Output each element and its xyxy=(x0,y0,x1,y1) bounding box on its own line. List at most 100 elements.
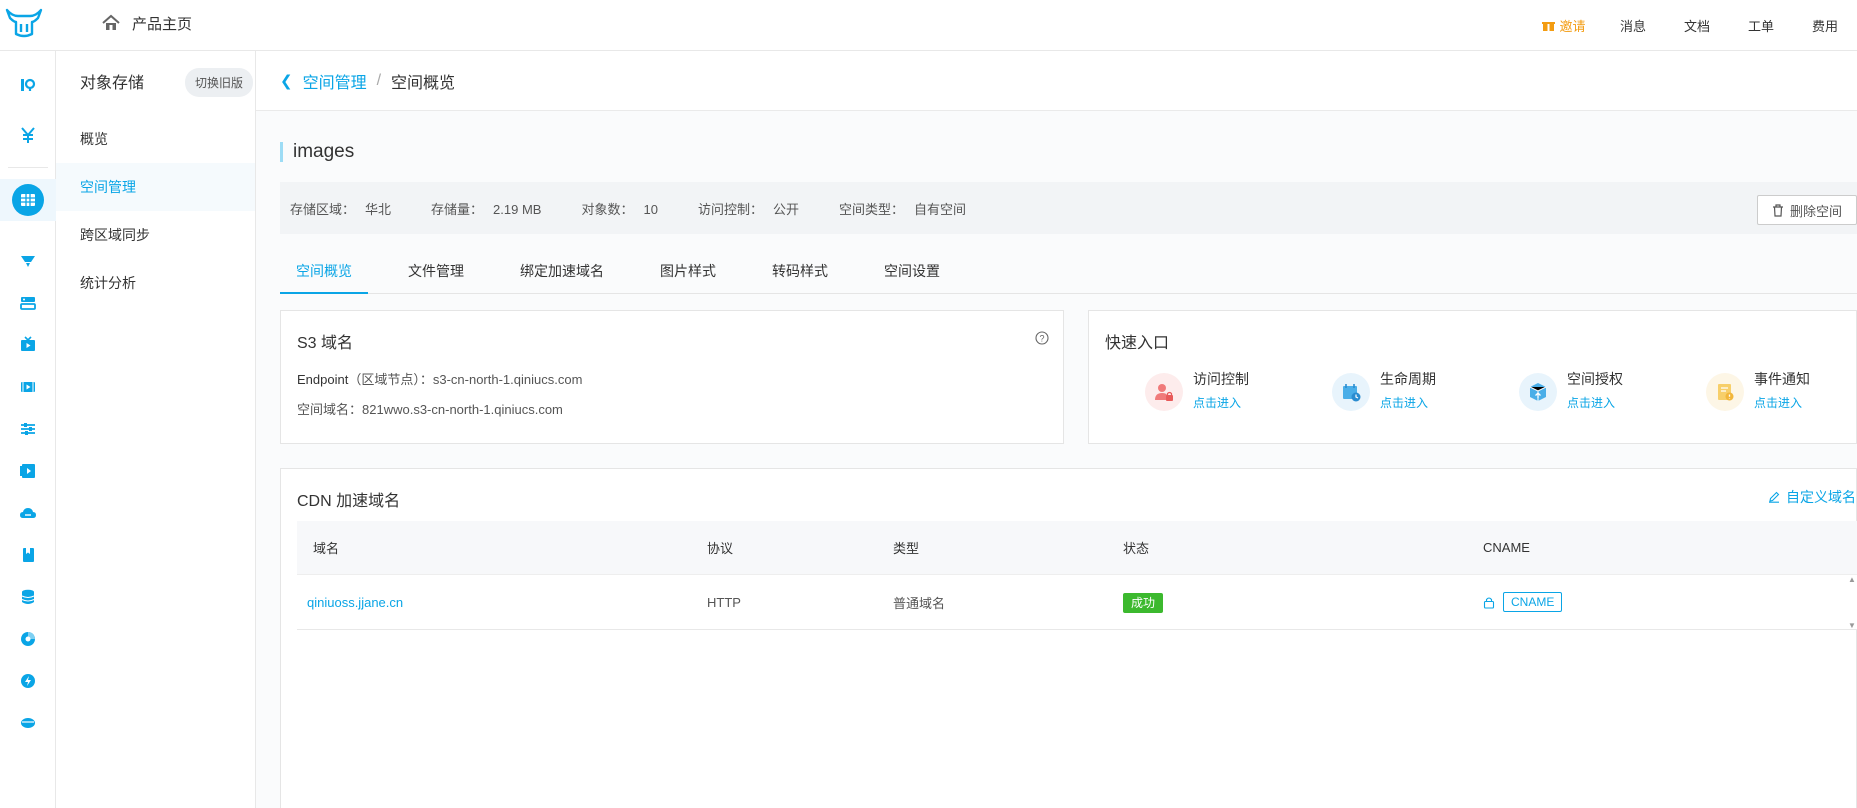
row-type: 普通域名 xyxy=(893,595,946,611)
quick-authorization-link[interactable]: 点击进入 xyxy=(1567,394,1615,411)
rail-speed-icon[interactable] xyxy=(0,661,56,701)
access-control-icon xyxy=(1145,373,1183,411)
help-icon[interactable]: ? xyxy=(1035,331,1049,345)
quick-event-notify-link[interactable]: 点击进入 xyxy=(1754,394,1802,411)
s3-domain-card: S3 域名 ? Endpoint（区域节点）：s3-cn-north-1.qin… xyxy=(280,310,1064,444)
cdn-card-title: CDN 加速域名 xyxy=(297,493,401,510)
row-cname: CNAME xyxy=(1483,592,1857,612)
info-access-control: 访问控制： 公开 xyxy=(697,201,799,217)
rail-console-icon[interactable] xyxy=(0,65,56,105)
tab-overview[interactable]: 空间概览 xyxy=(280,248,368,294)
sidebar-item-statistics[interactable]: 统计分析 xyxy=(56,259,255,307)
breadcrumb-parent-link[interactable]: 空间管理 xyxy=(303,69,367,93)
breadcrumb-separator: / xyxy=(376,71,382,89)
home-label: 产品主页 xyxy=(132,15,193,33)
tab-transcode-style[interactable]: 转码样式 xyxy=(756,248,844,294)
row-status: 成功 xyxy=(1123,592,1483,613)
quick-item-access-control[interactable]: 访问控制 点击进入 xyxy=(1145,369,1325,419)
quick-item-lifecycle[interactable]: 生命周期 点击进入 xyxy=(1332,369,1512,419)
back-chevron-icon[interactable]: ❮ xyxy=(280,72,293,90)
bucket-name: images xyxy=(280,142,354,162)
quick-card-title: 快速入口 xyxy=(1105,335,1170,352)
rail-media-icon[interactable] xyxy=(0,367,56,407)
table-row: qiniuoss.jjane.cn HTTP 普通域名 成功 CNAME ▲ ▼ xyxy=(297,575,1857,630)
invite-link[interactable]: 邀请 xyxy=(1527,16,1601,35)
tab-file-management[interactable]: 文件管理 xyxy=(392,248,480,294)
edit-icon xyxy=(1769,491,1780,503)
lock-icon xyxy=(1483,596,1495,609)
rail-more-icon[interactable] xyxy=(0,701,56,741)
sidebar-title: 对象存储 xyxy=(80,75,145,92)
quick-lifecycle-link[interactable]: 点击进入 xyxy=(1380,394,1428,411)
table-header: 域名 协议 类型 状态 CNAME xyxy=(297,521,1857,575)
bucket-tabs: 空间概览 文件管理 绑定加速域名 图片样式 转码样式 空间设置 xyxy=(280,248,1857,294)
s3-card-title: S3 域名 xyxy=(297,335,354,352)
svg-text:?: ? xyxy=(1039,333,1044,343)
sidebar-item-overview[interactable]: 概览 xyxy=(56,115,255,163)
custom-domain-button[interactable]: 自定义域名 xyxy=(1768,487,1856,507)
scroll-down-icon: ▼ xyxy=(1848,621,1856,630)
col-domain: 域名 xyxy=(313,541,340,556)
sidebar: 对象存储 切换旧版 概览 空间管理 跨区域同步 统计分析 xyxy=(56,51,256,808)
tickets-link[interactable]: 工单 xyxy=(1729,16,1793,35)
quick-item-authorization[interactable]: 空间授权 点击进入 xyxy=(1519,369,1699,419)
col-type: 类型 xyxy=(893,541,920,556)
rail-video-icon[interactable] xyxy=(0,451,56,491)
docs-link[interactable]: 文档 xyxy=(1665,16,1729,35)
product-rail xyxy=(0,51,56,808)
breadcrumb-current: 空间概览 xyxy=(391,74,456,92)
sidebar-item-cross-region-sync[interactable]: 跨区域同步 xyxy=(56,211,255,259)
trash-icon xyxy=(1772,203,1783,217)
bucket-info-bar: 存储区域： 华北 存储量： 2.19 MB 对象数： 10 访问控制： 公开 空间类型：… xyxy=(280,182,1857,234)
info-object-count: 对象数： 10 xyxy=(581,201,658,217)
row-domain-link[interactable]: qiniuoss.jjane.cn xyxy=(297,595,693,610)
sidebar-item-bucket-management[interactable]: 空间管理 xyxy=(56,163,255,211)
tab-bucket-settings[interactable]: 空间设置 xyxy=(868,248,956,294)
rail-compute-icon[interactable] xyxy=(0,283,56,323)
cdn-domain-card: CDN 加速域名 自定义域名 域名 协议 类型 状态 CNAME qiniuos… xyxy=(280,468,1857,808)
top-nav: 邀请 消息 文档 工单 费用 xyxy=(1527,0,1857,51)
qiniu-logo[interactable] xyxy=(4,6,44,40)
tab-image-style[interactable]: 图片样式 xyxy=(644,248,732,294)
quick-access-control-link[interactable]: 点击进入 xyxy=(1193,394,1241,411)
delete-bucket-button[interactable]: 删除空间 xyxy=(1756,195,1857,225)
col-status: 状态 xyxy=(1123,541,1150,556)
s3-endpoint-line: Endpoint（区域节点）：s3-cn-north-1.qiniucs.com xyxy=(297,372,583,387)
table-scrollbar[interactable]: ▲ ▼ xyxy=(1846,575,1857,630)
rail-database-icon[interactable] xyxy=(0,577,56,617)
messages-link[interactable]: 消息 xyxy=(1601,16,1665,35)
rail-storage-icon[interactable] xyxy=(0,179,56,221)
rail-settings-sliders-icon[interactable] xyxy=(0,409,56,449)
top-bar: 产品主页 邀请 消息 文档 工单 费用 xyxy=(0,0,1857,51)
lifecycle-icon xyxy=(1332,373,1370,411)
cname-tag[interactable]: CNAME xyxy=(1503,592,1563,612)
home-icon xyxy=(102,14,120,30)
product-home-link[interactable]: 产品主页 xyxy=(100,12,192,34)
rail-analytics-icon[interactable] xyxy=(0,619,56,659)
switch-old-version-button[interactable]: 切换旧版 xyxy=(185,68,254,97)
rail-live-icon[interactable] xyxy=(0,325,56,365)
status-badge: 成功 xyxy=(1123,592,1164,613)
col-cname: CNAME xyxy=(1483,540,1530,555)
billing-link[interactable]: 费用 xyxy=(1793,16,1857,35)
rail-divider xyxy=(8,167,48,168)
rail-cloud-icon[interactable] xyxy=(0,493,56,533)
s3-bucket-domain-line: 空间域名：821wwo.s3-cn-north-1.qiniucs.com xyxy=(297,402,563,417)
info-region: 存储区域： 华北 xyxy=(290,201,392,217)
cdn-domain-table: 域名 协议 类型 状态 CNAME qiniuoss.jjane.cn HTTP… xyxy=(297,521,1857,630)
event-notify-icon xyxy=(1706,373,1744,411)
info-bucket-type: 空间类型： 自有空间 xyxy=(838,201,967,217)
main-content: ❮ 空间管理 / 空间概览 images 存储区域： 华北 存储量： 2.19 MB… xyxy=(256,51,1857,808)
scroll-up-icon: ▲ xyxy=(1848,575,1856,584)
quick-entry-card: 快速入口 访问控制 点击进入 生命周期 点击进入 空间授权 点击进入 事件通知 … xyxy=(1088,310,1857,444)
tab-bind-domain[interactable]: 绑定加速域名 xyxy=(504,248,620,294)
quick-item-event-notify[interactable]: 事件通知 点击进入 xyxy=(1706,369,1857,419)
breadcrumb: ❮ 空间管理 / 空间概览 xyxy=(256,51,1857,111)
rail-doc-icon[interactable] xyxy=(0,535,56,575)
info-storage: 存储量： 2.19 MB xyxy=(431,201,542,217)
rail-finance-icon[interactable] xyxy=(0,115,56,155)
rail-cdn-icon[interactable] xyxy=(0,241,56,281)
col-protocol: 协议 xyxy=(707,541,734,556)
authorization-icon xyxy=(1519,373,1557,411)
row-protocol: HTTP xyxy=(707,594,741,610)
